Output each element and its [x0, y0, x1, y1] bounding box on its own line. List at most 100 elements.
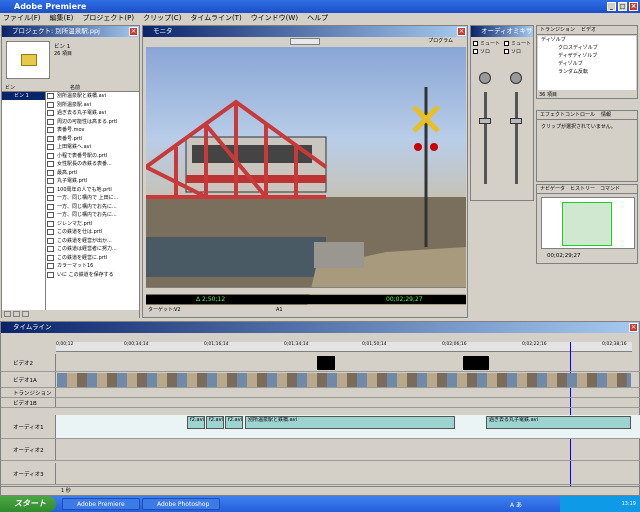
transition-item[interactable]: クロスディゾルブ — [538, 44, 636, 52]
tab-effect-control[interactable]: エフェクトコントロール — [540, 111, 595, 119]
menu-timeline[interactable]: タイムライン(T) — [190, 13, 241, 24]
list-item[interactable]: ジレンマだ.prtl — [46, 220, 139, 228]
tab-video[interactable]: ビデオ — [581, 26, 596, 34]
tab-history[interactable]: ヒストリー — [570, 185, 595, 193]
transition-item[interactable]: ディザディゾルブ — [538, 52, 636, 60]
list-item[interactable]: 100周年の人でも地.prtl — [46, 186, 139, 194]
program-label[interactable]: プログラム — [428, 37, 453, 46]
monitor-close-icon[interactable]: × — [457, 27, 466, 36]
mixer-solo-2[interactable]: ソロ — [504, 48, 521, 55]
maximize-icon[interactable]: □ — [618, 2, 627, 11]
audio-clip[interactable]: f2.avi — [225, 416, 243, 429]
mixer-solo-1[interactable]: ソロ — [473, 48, 490, 55]
menu-help[interactable]: ヘルプ — [307, 13, 328, 24]
find-icon[interactable] — [13, 311, 20, 317]
track-label[interactable]: ビデオ1B — [1, 398, 56, 407]
audio-clip[interactable]: f2.avi — [187, 416, 205, 429]
fader-2[interactable] — [510, 118, 522, 124]
list-item[interactable]: 表番号.prtl — [46, 135, 139, 143]
mixer-title: オーディオミキサー — [481, 27, 533, 35]
video1a-filmstrip[interactable] — [57, 373, 631, 387]
mixer-mute-1[interactable]: ミュート — [473, 40, 500, 47]
col-bin[interactable]: ビン — [5, 84, 15, 91]
list-item[interactable]: 上田電鉄へ.avi — [46, 143, 139, 152]
menu-project[interactable]: プロジェクト(P) — [82, 13, 134, 24]
list-item[interactable]: この鉄道を経営が出か... — [46, 237, 139, 245]
track-label[interactable]: オーディオ3 — [1, 463, 56, 484]
pan-knob-1[interactable] — [479, 72, 491, 84]
monitor-target-bar: ターゲット: V2 A1 — [146, 305, 466, 315]
video2-clip[interactable] — [463, 356, 489, 370]
list-item[interactable]: 表番号.mov — [46, 126, 139, 135]
task-premiere[interactable]: Adobe Premiere — [62, 498, 140, 510]
monitor-controls[interactable] — [290, 38, 320, 45]
track-label[interactable]: ビデオ1A — [1, 372, 56, 387]
menu-window[interactable]: ウインドウ(W) — [251, 13, 298, 24]
folder-dissolve[interactable]: ディゾルブ — [538, 36, 636, 44]
list-item[interactable]: カラーマット16 — [46, 262, 139, 271]
delete-icon[interactable] — [22, 311, 29, 317]
list-item[interactable]: 一方、同じ構内でお先に... — [46, 211, 139, 220]
list-item[interactable]: 周辺の可能性は高まる.prtl — [46, 118, 139, 126]
bin-list: ビン 1 — [2, 92, 46, 310]
minimize-icon[interactable]: _ — [607, 2, 616, 11]
track-label[interactable]: オーディオ2 — [1, 439, 56, 460]
tab-navigator[interactable]: ナビゲータ — [540, 185, 565, 193]
new-bin-icon[interactable] — [4, 311, 11, 317]
tab-transitions[interactable]: トランジション — [540, 26, 575, 34]
navigator-thumb[interactable] — [541, 197, 635, 249]
project-close-icon[interactable]: × — [129, 27, 138, 36]
list-item[interactable]: 丸子電鉄.prtl — [46, 177, 139, 186]
clip-list: 別所温泉駅と鉄橋.avi 別所温泉駅.avi 過ぎ去る丸子電鉄.avi 周辺の可… — [46, 92, 139, 310]
list-item[interactable]: 一方、同じ構内で 上田に... — [46, 194, 139, 203]
tab-info[interactable]: 情報 — [601, 111, 611, 119]
target-video-select[interactable]: V2 — [174, 305, 181, 315]
ime-indicator[interactable]: A あ — [510, 500, 522, 509]
start-button[interactable]: スタート — [0, 496, 56, 512]
list-item[interactable]: 別所温泉駅と鉄橋.avi — [46, 92, 139, 101]
close-icon[interactable]: × — [629, 2, 638, 11]
list-item[interactable]: 最高.prtl — [46, 169, 139, 177]
list-item[interactable]: 別所温泉駅.avi — [46, 101, 139, 109]
train-bridge-scene — [146, 87, 466, 311]
track-label[interactable]: オーディオ1 — [1, 415, 56, 438]
video2-clip[interactable] — [317, 356, 335, 370]
audio-clip-main[interactable]: 別所温泉駅と鉄橋.avi — [245, 416, 455, 429]
ruler-tick-label: 0;01;50;14 — [362, 342, 387, 347]
track-video2: ビデオ2 — [1, 354, 640, 372]
track-label[interactable]: トランジション — [1, 388, 56, 397]
transitions-window: トランジション ビデオ ディゾルブ クロスディゾルブ ディザディゾルブ ディゾル… — [536, 25, 638, 99]
tab-commands[interactable]: コマンド — [600, 185, 620, 193]
transitions-tabs: トランジション ビデオ — [537, 26, 637, 35]
mixer-mute-2[interactable]: ミュート — [504, 40, 531, 47]
list-item[interactable]: 小程で表番号駅の.prtl — [46, 152, 139, 160]
timeline-ruler[interactable]: 0;00;12 0;00;34;14 0;01;16;14 0;01;34;14… — [56, 342, 632, 352]
col-name[interactable]: 名前 — [70, 84, 80, 91]
list-item[interactable]: この鉄道を仕は.prtl — [46, 228, 139, 237]
audio-clip-second[interactable]: 過ぎ去る丸子電鉄.avi — [486, 416, 631, 429]
list-item[interactable]: 女性駅長の赤鉄る表番... — [46, 160, 139, 169]
bin-item[interactable]: ビン 1 — [2, 92, 45, 100]
task-photoshop[interactable]: Adobe Photoshop — [142, 498, 220, 510]
transition-item[interactable]: ランダム反転 — [538, 68, 636, 76]
transition-item[interactable]: ディゾルブ — [538, 60, 636, 68]
ruler-tick-label: 0;00;34;14 — [124, 342, 149, 347]
fader-1[interactable] — [479, 118, 491, 124]
audio-clip[interactable]: f2.avi — [206, 416, 224, 429]
list-item[interactable]: この鉄道は経営者に努力... — [46, 245, 139, 254]
track-label[interactable]: ビデオ2 — [1, 354, 56, 371]
pan-knob-2[interactable] — [510, 72, 522, 84]
menu-file[interactable]: ファイル(F) — [3, 13, 41, 24]
navigator-viewbox[interactable] — [562, 202, 612, 246]
target-audio-select[interactable]: A1 — [276, 305, 283, 315]
list-item[interactable]: この鉄道を経営に.prtl — [46, 254, 139, 262]
monitor-scrubber[interactable] — [146, 287, 466, 294]
list-item[interactable]: 過ぎ去る丸子電鉄.avi — [46, 109, 139, 118]
menu-clip[interactable]: クリップ(C) — [143, 13, 181, 24]
list-item[interactable]: 一方、同じ構内でお先に... — [46, 203, 139, 211]
timeline-zoom[interactable]: 1 秒 — [61, 487, 71, 496]
menu-edit[interactable]: 編集(E) — [50, 13, 74, 24]
list-item[interactable]: いに この鉄道を保存する — [46, 271, 139, 279]
ruler-tick-label: 0;01;34;14 — [284, 342, 309, 347]
timeline-close-icon[interactable]: × — [629, 323, 638, 332]
